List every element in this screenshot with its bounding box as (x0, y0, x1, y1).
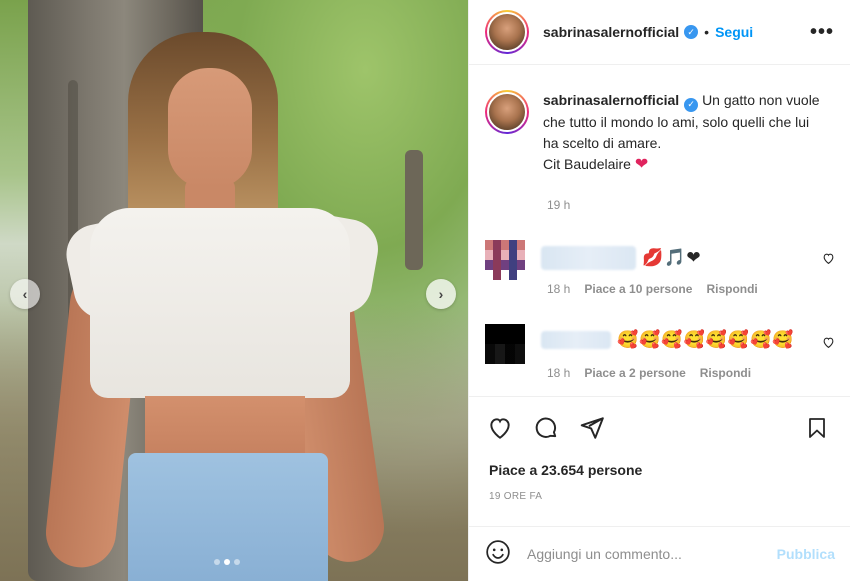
background-tree (405, 150, 423, 270)
heart-icon[interactable] (822, 336, 835, 349)
action-bar: Piace a 23.654 persone 19 ORE FA (469, 396, 850, 526)
carousel-dot (234, 559, 240, 565)
caption-cit: Cit Baudelaire (543, 155, 631, 172)
comment-item: 🥰🥰🥰🥰🥰🥰🥰🥰 18 h Piace a 2 persone Rispondi (485, 324, 835, 384)
carousel-prev-button[interactable]: ‹ (10, 279, 40, 309)
commenter-name-blurred (541, 246, 636, 270)
avatar-image (487, 92, 527, 132)
avatar-image (487, 12, 527, 52)
heart-emoji: ❤ (634, 155, 649, 173)
verified-icon: ✓ (684, 97, 699, 112)
comment-meta: 18 h Piace a 2 persone Rispondi (547, 366, 751, 380)
heart-icon[interactable] (822, 252, 835, 265)
likes-count[interactable]: Piace a 23.654 persone (489, 462, 642, 478)
comment-text: 🥰🥰🥰🥰🥰🥰🥰🥰 (617, 330, 795, 349)
carousel-next-button[interactable]: › (426, 279, 456, 309)
comment-icon[interactable] (533, 415, 559, 446)
comment-likes[interactable]: Piace a 2 persone (584, 366, 685, 380)
comment-time[interactable]: 18 h (547, 282, 570, 296)
publish-button[interactable]: Pubblica (777, 546, 835, 562)
comment-time[interactable]: 18 h (547, 366, 570, 380)
caption-avatar[interactable] (485, 90, 529, 134)
caption: sabrinasalernofficial ✓ Un gatto non vuol… (485, 90, 828, 175)
header-username[interactable]: sabrinasalernofficial (543, 24, 679, 40)
post-time-ago[interactable]: 19 ORE FA (489, 491, 542, 502)
follow-button[interactable]: Segui (715, 24, 753, 40)
heart-icon[interactable] (487, 415, 513, 446)
face (168, 68, 252, 188)
post-photo[interactable]: ‹ › (0, 0, 468, 581)
carousel-dot-active (224, 559, 230, 565)
comment-likes[interactable]: Piace a 10 persone (584, 282, 692, 296)
bookmark-icon[interactable] (805, 415, 829, 446)
more-icon[interactable]: ••• (810, 21, 834, 44)
comment-text: 💋🎵❤ (642, 248, 702, 267)
reply-button[interactable]: Rispondi (706, 282, 757, 296)
avatar[interactable] (485, 10, 529, 54)
carousel-dot (214, 559, 220, 565)
share-icon[interactable] (579, 415, 605, 446)
chevron-right-icon: › (438, 286, 444, 302)
action-icons (487, 415, 605, 446)
person-figure (42, 28, 389, 581)
comment-meta: 18 h Piace a 10 persone Rispondi (547, 282, 758, 296)
comment-item: 💋🎵❤ 18 h Piace a 10 persone Rispondi (485, 240, 835, 300)
commenter-avatar[interactable] (485, 324, 525, 364)
separator-dot: • (704, 24, 710, 40)
chevron-left-icon: ‹ (22, 286, 28, 302)
comment-body: 💋🎵❤ (541, 246, 702, 270)
commenter-avatar[interactable] (485, 240, 525, 280)
post-header: sabrinasalernofficial ✓ • Segui ••• (469, 0, 850, 65)
white-top (90, 208, 350, 398)
caption-text: sabrinasalernofficial ✓ Un gatto non vuol… (543, 90, 828, 175)
reply-button[interactable]: Rispondi (700, 366, 751, 380)
comment-body: 🥰🥰🥰🥰🥰🥰🥰🥰 (541, 330, 794, 350)
caption-username[interactable]: sabrinasalernofficial (543, 92, 679, 108)
commenter-name-blurred (541, 331, 611, 349)
add-comment-bar: Pubblica (469, 526, 850, 581)
emoji-icon[interactable] (485, 539, 511, 570)
post-panel: sabrinasalernofficial ✓ • Segui ••• sabr… (468, 0, 850, 581)
carousel-dots (214, 559, 240, 565)
verified-icon: ✓ (684, 25, 699, 39)
comments-section: sabrinasalernofficial ✓ Un gatto non vuol… (469, 66, 850, 396)
comment-input[interactable] (527, 546, 747, 562)
caption-time[interactable]: 19 h (547, 198, 570, 212)
